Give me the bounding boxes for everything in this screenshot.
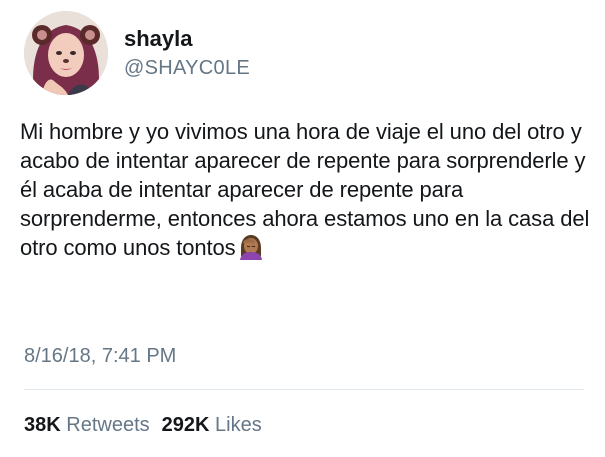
likes-label: Likes xyxy=(215,414,262,436)
display-name[interactable]: shayla xyxy=(124,26,193,52)
retweets-stat[interactable]: 38K Retweets xyxy=(24,413,150,437)
likes-count: 292K xyxy=(161,414,210,436)
avatar[interactable] xyxy=(24,11,108,95)
face-palm-emoji-icon xyxy=(237,234,265,260)
divider xyxy=(24,389,584,390)
likes-stat[interactable]: 292K Likes xyxy=(162,413,262,437)
tweet-timestamp[interactable]: 8/16/18, 7:41 PM xyxy=(24,344,176,368)
engagement-stats: 38K Retweets 292K Likes xyxy=(24,413,274,437)
tweet-card: shayla @SHAYC0LE Mi hombre y yo vivimos … xyxy=(0,0,605,457)
tweet-body: Mi hombre y yo vivimos una hora de viaje… xyxy=(20,119,590,260)
avatar-image xyxy=(24,11,108,95)
retweets-label: Retweets xyxy=(66,414,150,436)
retweets-count: 38K xyxy=(24,414,61,436)
user-handle[interactable]: @SHAYC0LE xyxy=(124,56,250,80)
tweet-text: Mi hombre y yo vivimos una hora de viaje… xyxy=(20,117,592,262)
